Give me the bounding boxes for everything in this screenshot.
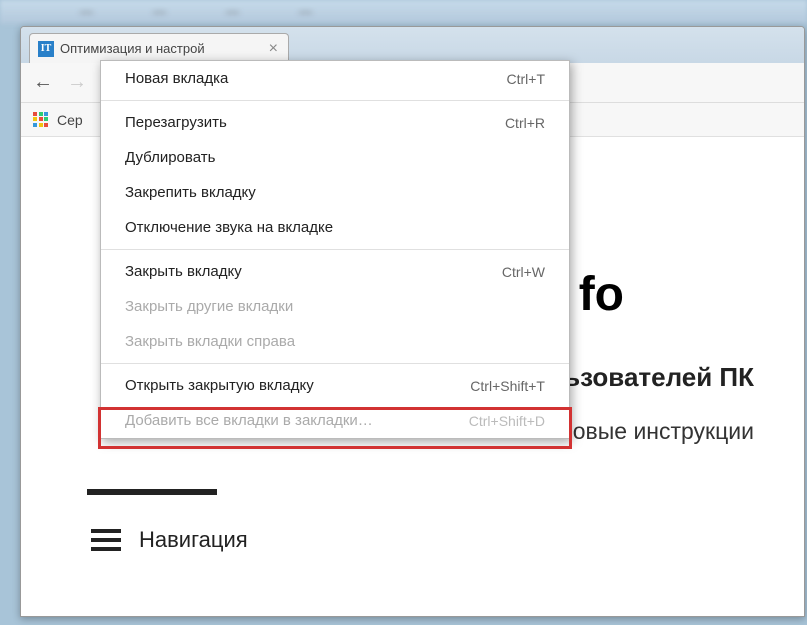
menu-item-label: Закрыть вкладку	[125, 263, 242, 280]
menu-reopen-closed-tab[interactable]: Открыть закрытую вкладку Ctrl+Shift+T	[101, 368, 569, 403]
menu-close-other-tabs: Закрыть другие вкладки	[101, 289, 569, 324]
apps-grid-icon[interactable]	[33, 112, 49, 128]
menu-item-label: Открыть закрытую вкладку	[125, 377, 314, 394]
tab-context-menu: Новая вкладка Ctrl+T Перезагрузить Ctrl+…	[100, 60, 570, 439]
menu-item-label: Закрыть вкладки справа	[125, 333, 295, 350]
menu-item-label: Перезагрузить	[125, 114, 227, 131]
menu-separator	[101, 363, 569, 364]
menu-close-tab[interactable]: Закрыть вкладку Ctrl+W	[101, 254, 569, 289]
tab-strip: IT Оптимизация и настрой ×	[21, 27, 804, 63]
section-underline	[87, 489, 217, 495]
menu-item-shortcut: Ctrl+T	[507, 71, 546, 87]
menu-item-shortcut: Ctrl+Shift+D	[469, 413, 545, 429]
menu-separator	[101, 100, 569, 101]
menu-reload[interactable]: Перезагрузить Ctrl+R	[101, 105, 569, 140]
menu-item-label: Дублировать	[125, 149, 215, 166]
menu-duplicate[interactable]: Дублировать	[101, 140, 569, 175]
back-button[interactable]: ←	[33, 71, 53, 94]
menu-new-tab[interactable]: Новая вкладка Ctrl+T	[101, 61, 569, 96]
browser-tab[interactable]: IT Оптимизация и настрой ×	[29, 33, 289, 63]
menu-close-tabs-right: Закрыть вкладки справа	[101, 324, 569, 359]
menu-item-label: Закрыть другие вкладки	[125, 298, 293, 315]
menu-item-shortcut: Ctrl+Shift+T	[470, 378, 545, 394]
navigation-toggle[interactable]: Навигация	[91, 527, 248, 553]
bookmark-item[interactable]: Сер	[57, 112, 83, 128]
forward-button[interactable]: →	[67, 71, 87, 94]
tab-favicon: IT	[38, 41, 54, 57]
menu-item-label: Новая вкладка	[125, 70, 228, 87]
menu-pin-tab[interactable]: Закрепить вкладку	[101, 175, 569, 210]
menu-mute-tab[interactable]: Отключение звука на вкладке	[101, 210, 569, 245]
menu-separator	[101, 249, 569, 250]
menu-item-label: Отключение звука на вкладке	[125, 219, 333, 236]
tab-title: Оптимизация и настрой	[60, 41, 261, 56]
menu-bookmark-all-tabs: Добавить все вкладки в закладки… Ctrl+Sh…	[101, 403, 569, 438]
menu-item-label: Закрепить вкладку	[125, 184, 256, 201]
menu-item-shortcut: Ctrl+R	[505, 115, 545, 131]
hamburger-icon	[91, 529, 121, 551]
menu-item-label: Добавить все вкладки в закладки…	[125, 412, 373, 429]
tab-close-icon[interactable]: ×	[267, 40, 280, 58]
menu-item-shortcut: Ctrl+W	[502, 264, 545, 280]
navigation-label: Навигация	[139, 527, 248, 553]
background-app-menubar: ————	[80, 4, 312, 19]
